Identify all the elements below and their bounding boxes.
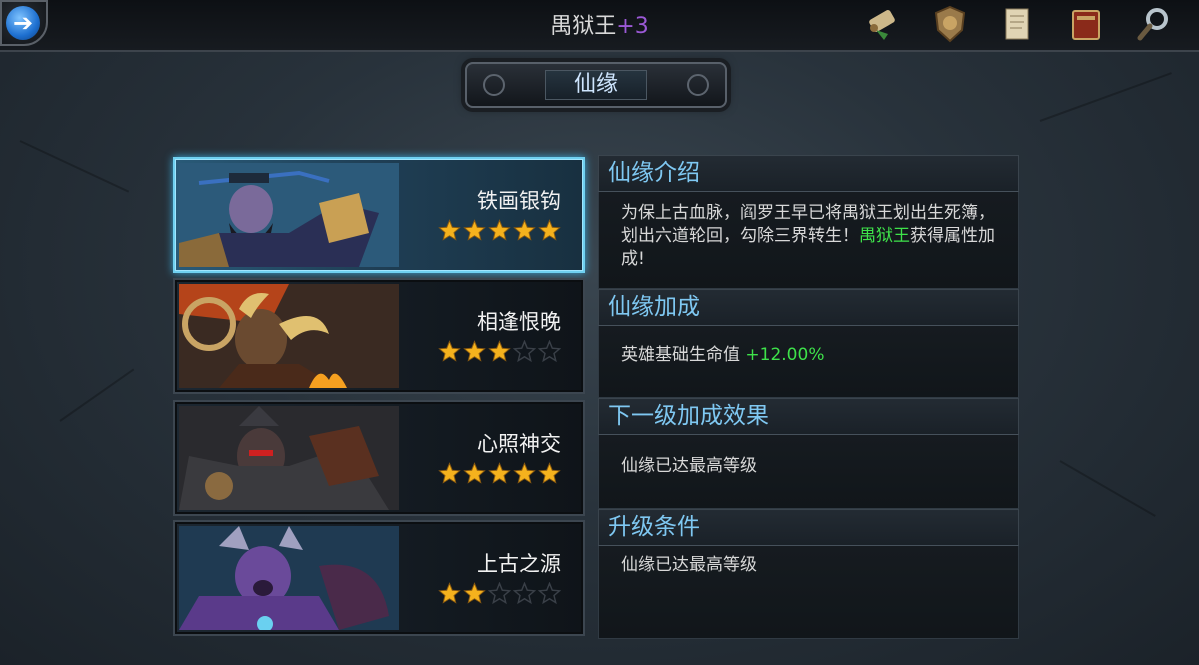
intro-header: 仙缘介绍 [598,155,1019,192]
star-filled-icon [488,462,511,485]
intro-section: 仙缘介绍 为保上古血脉，阎罗王早已将禺狱王划出生死簿，划出六道轮回，勾除三界转生… [598,155,1019,289]
hero-portrait [179,163,399,267]
wall-crack [1059,460,1156,517]
star-filled-icon [438,340,461,363]
star-filled-icon [463,219,486,242]
bonus-label: 英雄基础生命值 [621,345,740,365]
next-level-section: 下一级加成效果 仙缘已达最高等级 [598,398,1019,509]
scroll-icon[interactable] [859,2,905,46]
star-filled-icon [513,219,536,242]
ornament-icon [483,74,505,96]
star-filled-icon [538,462,561,485]
hero-level-plus: +3 [616,14,649,39]
upgrade-header: 升级条件 [598,509,1019,546]
star-filled-icon [438,219,461,242]
next-level-text: 仙缘已达最高等级 [621,456,757,476]
star-filled-icon [438,582,461,605]
hero-title: 禺狱王 [550,14,617,39]
hero-portrait [179,284,399,388]
star-empty-icon [538,582,561,605]
hero-name: 上古之源 [477,552,561,576]
hero-card-1[interactable]: 相逢恨晚 [173,278,585,394]
star-rating [438,219,561,242]
upgrade-body: 仙缘已达最高等级 [598,546,1019,639]
star-filled-icon [463,462,486,485]
next-level-body: 仙缘已达最高等级 [598,435,1019,509]
top-bar: ➔ 禺狱王+3 [0,0,1199,52]
star-filled-icon [463,340,486,363]
star-empty-icon [513,340,536,363]
hero-portrait [179,406,399,510]
hero-card-2[interactable]: 心照神交 [173,400,585,516]
star-empty-icon [513,582,536,605]
section-title: 仙缘 [545,70,647,100]
star-filled-icon [513,462,536,485]
wall-crack [19,140,130,193]
book-icon[interactable] [1063,2,1109,46]
parchment-icon[interactable] [995,2,1041,46]
star-filled-icon [488,340,511,363]
magnifier-icon[interactable] [1131,2,1177,46]
hero-name: 相逢恨晚 [477,310,561,334]
upgrade-section: 升级条件 仙缘已达最高等级 [598,509,1019,639]
star-filled-icon [488,219,511,242]
hero-name: 心照神交 [477,432,561,456]
star-filled-icon [538,219,561,242]
star-rating [438,582,561,605]
top-toolbar [859,2,1177,46]
ornament-icon [687,74,709,96]
intro-highlight: 禺狱王 [859,226,910,246]
hero-name: 铁画银钩 [477,189,561,213]
star-rating [438,462,561,485]
upgrade-text: 仙缘已达最高等级 [621,555,757,575]
star-rating [438,340,561,363]
hero-card-0[interactable]: 铁画银钩 [173,157,585,273]
bonus-body: 英雄基础生命值 +12.00% [598,326,1019,398]
next-level-header: 下一级加成效果 [598,398,1019,435]
star-empty-icon [488,582,511,605]
star-filled-icon [463,582,486,605]
wall-crack [1039,72,1172,122]
wall-crack [59,368,135,422]
hero-portrait [179,526,399,630]
bonus-header: 仙缘加成 [598,289,1019,326]
shield-icon[interactable] [927,2,973,46]
bonus-section: 仙缘加成 英雄基础生命值 +12.00% [598,289,1019,398]
bonus-value: +12.00% [745,345,825,365]
intro-body: 为保上古血脉，阎罗王早已将禺狱王划出生死簿，划出六道轮回，勾除三界转生！禺狱王获… [598,192,1019,289]
star-empty-icon [538,340,561,363]
section-title-plate: 仙缘 [465,62,727,108]
hero-card-3[interactable]: 上古之源 [173,520,585,636]
star-filled-icon [438,462,461,485]
